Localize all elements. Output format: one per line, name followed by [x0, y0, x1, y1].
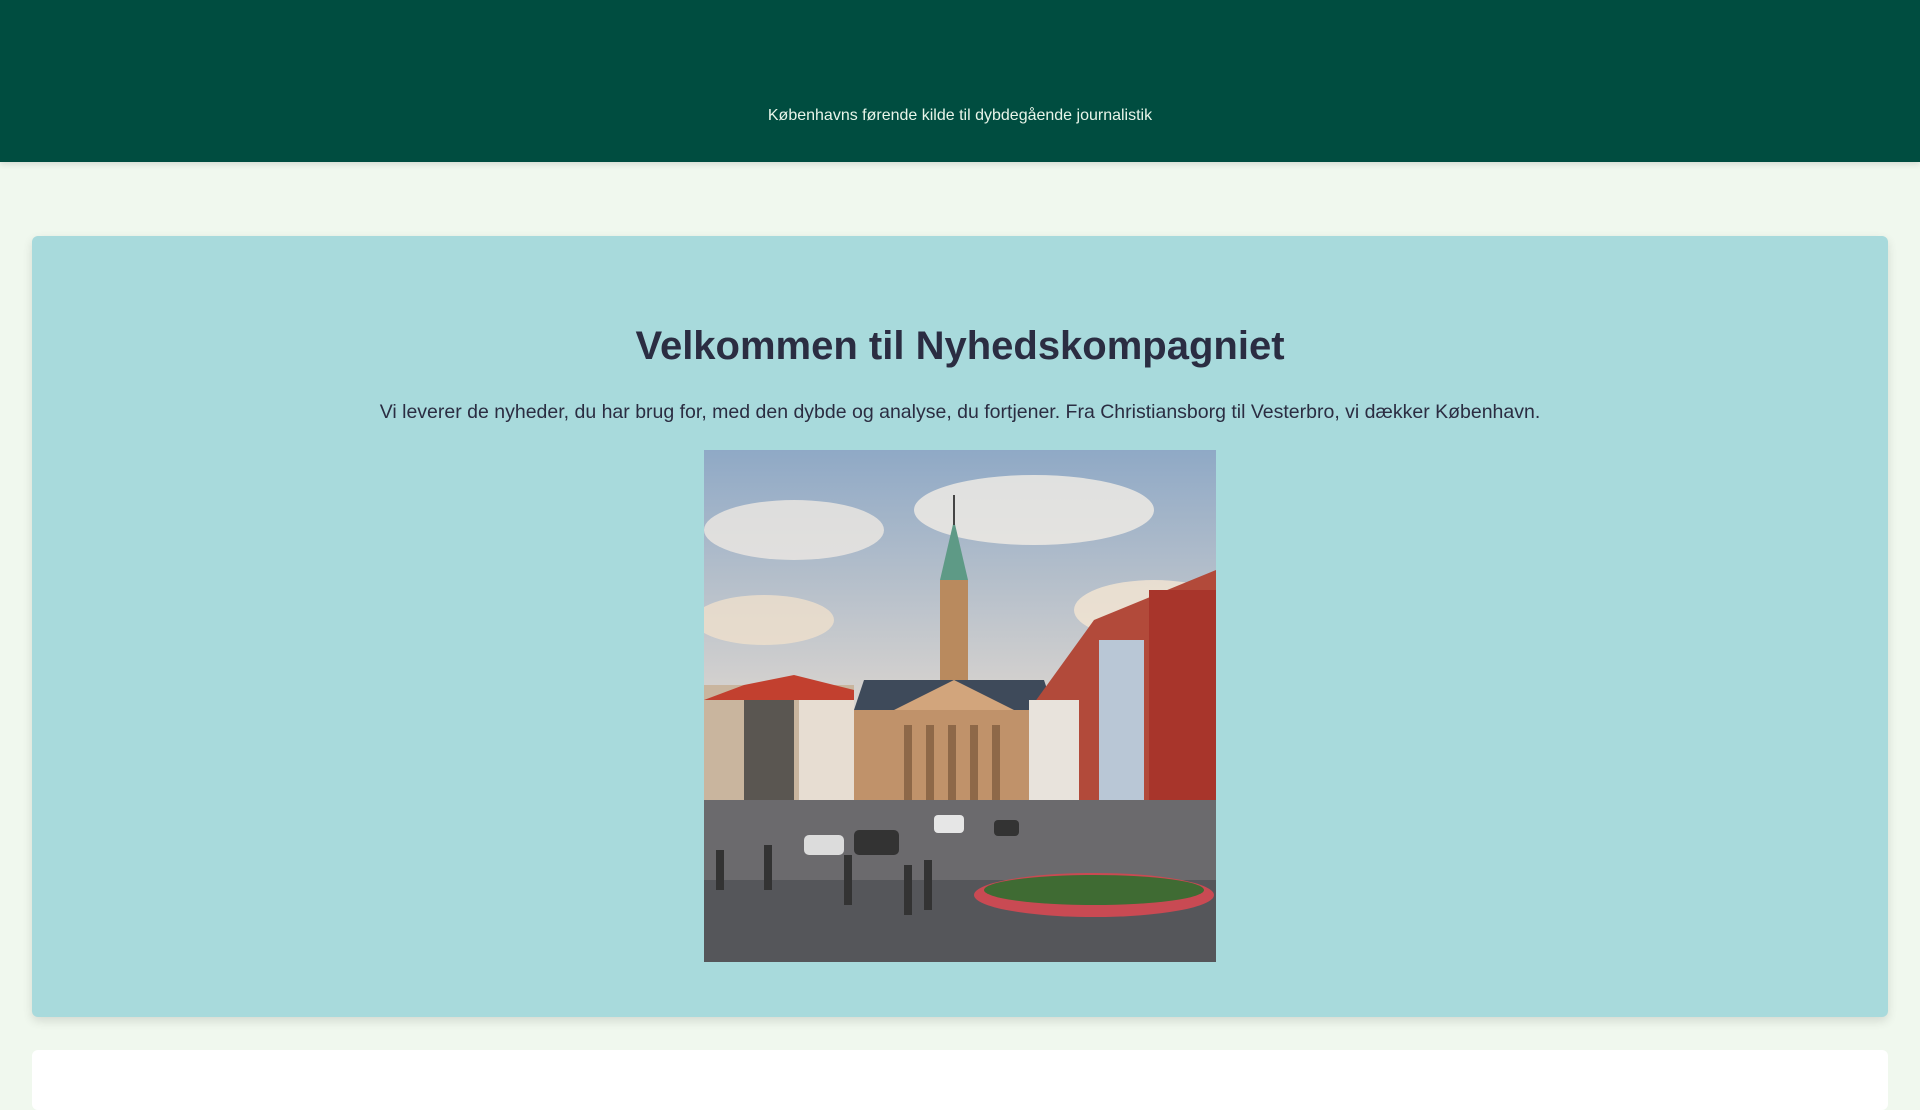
hero-section: Velkommen til Nyhedskompagniet Vi levere… [32, 236, 1888, 1017]
site-tagline: Københavns førende kilde til dybdegående… [767, 107, 1153, 124]
content-card [32, 1050, 1888, 1110]
hero-title: Velkommen til Nyhedskompagniet [635, 324, 1285, 368]
site-header: Københavns førende kilde til dybdegående… [0, 0, 1920, 162]
hero-description: Vi leverer de nyheder, du har brug for, … [379, 401, 1541, 423]
copenhagen-square-image [704, 450, 1216, 962]
